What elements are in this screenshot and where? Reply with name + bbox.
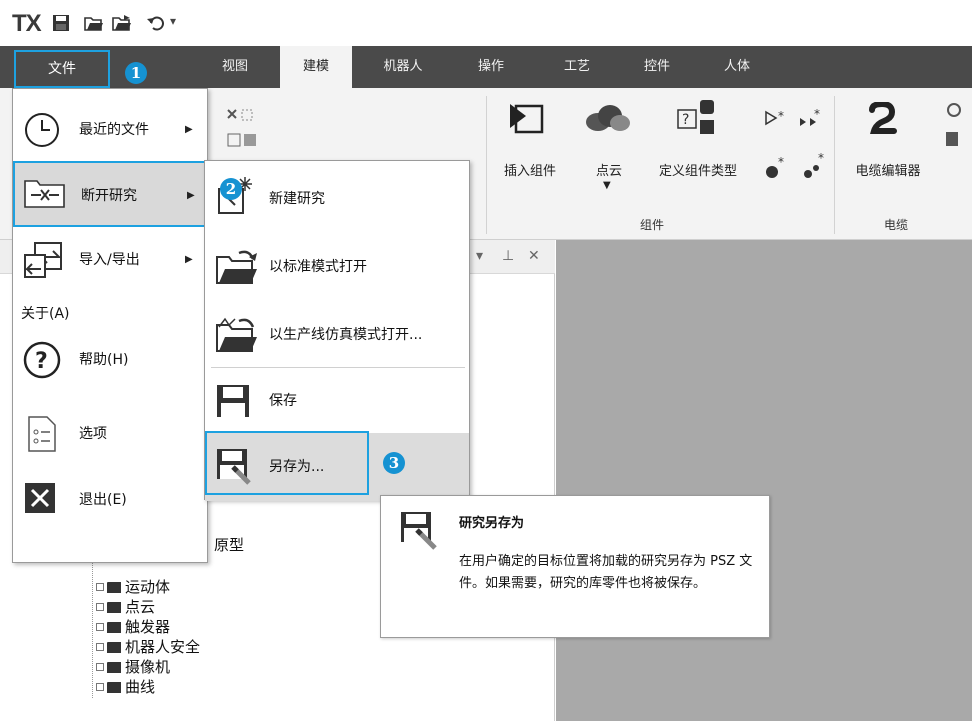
ribbon-separator [486,96,487,234]
open-folder-icon[interactable] [84,14,104,32]
svg-text:*: * [778,109,784,123]
tab-robot[interactable]: 机器人 [372,46,434,88]
menu-item-about[interactable]: 关于(A) [21,303,70,323]
step-badge-2: 2 [220,178,242,200]
menu-item-open-line-simulation[interactable]: 以生产线仿真模式打开... [205,301,469,369]
exit-icon [25,483,55,513]
save-as-tooltip: 研究另存为 在用户确定的目标位置将加载的研究另存为 PSZ 文件。如果需要，研究… [380,495,770,638]
checkbox-icon[interactable] [96,583,104,591]
svg-text:?: ? [682,112,689,128]
svg-text:?: ? [35,349,48,374]
group-label-cable: 电缆 [884,218,909,232]
ribbon-separator [834,96,835,234]
menu-item-import-export[interactable]: 导入/导出 ▶ [13,227,207,293]
app-logo: TX [12,10,42,37]
svg-text:*: * [814,108,820,121]
menu-item-recent-files[interactable]: 最近的文件 ▶ [13,97,207,163]
tree-item[interactable]: 曲线 [96,678,155,696]
open-folder-icon [216,250,257,284]
menu-item-help[interactable]: ? 帮助(H) [13,327,207,393]
checkbox-icon[interactable] [96,623,104,631]
tree-item[interactable]: 摄像机 [96,658,170,676]
tree-connector [92,558,93,698]
tab-operation[interactable]: 操作 [466,46,516,88]
svg-text:*: * [778,155,784,169]
tab-view[interactable]: 视图 [212,46,258,88]
open-line-sim-icon [216,317,257,352]
tab-process[interactable]: 工艺 [552,46,602,88]
point-cloud-button[interactable]: 点云 [584,160,634,179]
define-component-type-button[interactable]: 定义组件类型 [642,160,754,179]
checkbox-icon[interactable] [96,663,104,671]
folder-icon [107,602,121,613]
submenu-arrow-icon: ▶ [185,124,193,135]
menu-item-open-standard[interactable]: 以标准模式打开 [205,233,469,301]
save-as-highlight-frame [205,431,369,495]
folder-icon [107,662,121,673]
insert-component-icon[interactable] [506,98,546,138]
submenu-arrow-icon: ▶ [187,190,195,201]
file-menu: 最近的文件 ▶ 断开研究 ▶ 导入/导出 ▶ 关于(A) ? 帮助(H) 选项 … [12,88,208,563]
graphics-viewport[interactable] [556,240,972,721]
folder-icon [107,642,121,653]
qat-dropdown-icon[interactable]: ▾ [170,14,176,28]
panel-dropdown-icon[interactable]: ▾ [476,248,483,264]
checkbox-icon[interactable] [96,603,104,611]
cable-editor-icon[interactable] [868,102,902,140]
menu-item-disconnect-study[interactable]: 断开研究 ▶ [13,161,207,227]
component-extra-tools-icon[interactable]: * * * * [762,108,828,192]
tooltip-description: 在用户确定的目标位置将加载的研究另存为 PSZ 文件。如果需要，研究的库零件也将… [459,554,753,591]
cable-extra-tools-icon[interactable] [940,102,968,162]
tab-human[interactable]: 人体 [712,46,762,88]
help-icon: ? [23,341,61,379]
checkbox-icon[interactable] [96,643,104,651]
tab-controls[interactable]: 控件 [632,46,682,88]
insert-component-button[interactable]: 插入组件 [494,160,566,179]
options-document-icon [28,416,56,452]
tree-item-partial: 原型 [214,536,245,554]
tab-modeling[interactable]: 建模 [280,46,352,88]
import-export-icon [24,242,62,278]
menu-item-options[interactable]: 选项 [13,401,207,467]
save-icon [217,385,249,417]
disconnect-folder-icon [24,180,65,208]
define-component-type-icon[interactable]: ? [676,98,720,138]
disconnect-study-submenu: 新建研究 以标准模式打开 以生产线仿真模式打开... 保存 另存为... [204,160,470,501]
tree-item[interactable]: 触发器 [96,618,170,636]
save-as-icon [401,512,437,550]
submenu-arrow-icon: ▶ [185,254,193,265]
folder-icon [107,582,121,593]
menu-item-exit[interactable]: 退出(E) [13,467,207,533]
tooltip-title: 研究另存为 [459,516,525,531]
tree-item[interactable]: 点云 [96,598,155,616]
quick-access-toolbar: TX ▾ [0,0,972,46]
menu-item-save[interactable]: 保存 [205,367,469,435]
modeling-tools-icon[interactable] [226,106,286,156]
folder-icon [107,622,121,633]
save-icon[interactable] [52,14,70,32]
svg-text:*: * [818,151,824,165]
pin-icon[interactable]: ⊥ [502,248,514,264]
tab-file[interactable]: 文件 [14,50,110,88]
step-badge-1: 1 [125,62,147,84]
point-cloud-icon[interactable] [584,102,632,132]
close-icon[interactable]: ✕ [528,248,540,264]
undo-icon[interactable] [146,14,164,32]
point-cloud-dropdown-icon[interactable]: ▼ [603,180,611,191]
tree-item[interactable]: 机器人安全 [96,638,200,656]
cable-editor-button[interactable]: 电缆编辑器 [840,160,936,179]
tree-item[interactable]: 运动体 [96,578,170,596]
menu-item-new-study[interactable]: 新建研究 [205,165,469,233]
step-badge-3: 3 [383,452,405,474]
clock-icon [25,113,59,147]
open-folder-2-icon[interactable] [112,14,134,32]
group-label-component: 组件 [640,218,665,232]
checkbox-icon[interactable] [96,683,104,691]
folder-icon [107,682,121,693]
